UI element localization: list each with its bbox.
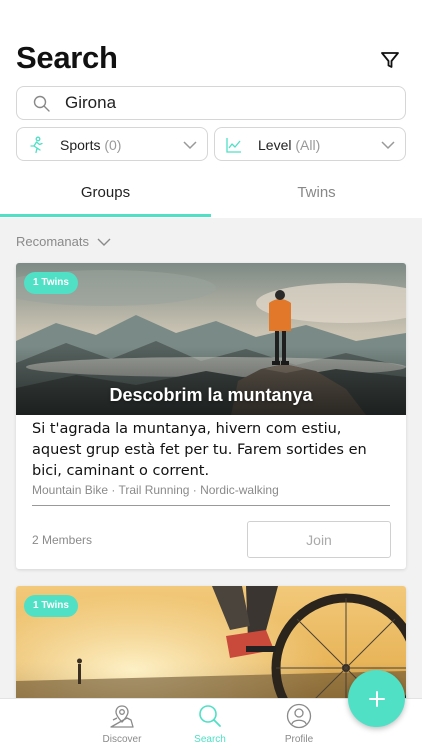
user-icon — [286, 703, 312, 729]
level-count: (All) — [295, 137, 321, 153]
nav-profile[interactable]: Profile — [259, 703, 339, 745]
chevron-down-icon — [97, 238, 111, 246]
plus-icon — [368, 690, 385, 707]
filter-icon — [381, 52, 399, 68]
sports-dropdown[interactable]: Sports (0) — [16, 127, 208, 161]
nav-search[interactable]: Search — [170, 703, 250, 745]
group-description: Si t'agrada la muntanya, hivern com esti… — [32, 421, 367, 479]
group-cover-image: 1 Twins Descobrim la muntanya — [16, 263, 406, 415]
group-card[interactable]: 1 Twins Descobrim la muntanya Si t'agrad… — [16, 263, 406, 569]
runner-icon — [30, 136, 43, 154]
top-panel: Search Sports (0) Level (A — [0, 0, 422, 218]
nav-discover[interactable]: Discover — [82, 703, 162, 745]
tab-indicator — [0, 214, 211, 217]
page-title: Search — [16, 40, 118, 75]
twins-badge: 1 Twins — [24, 595, 78, 617]
search-icon — [33, 95, 50, 112]
chart-icon — [226, 138, 241, 153]
recommended-sort-selector[interactable]: Recomanats — [16, 234, 111, 249]
nav-label: Search — [194, 734, 226, 745]
group-title: Descobrim la muntanya — [109, 385, 313, 405]
search-box[interactable] — [16, 86, 406, 120]
card-divider — [32, 505, 390, 506]
twins-badge: 1 Twins — [24, 272, 78, 294]
nav-label: Discover — [102, 734, 142, 745]
chevron-down-icon — [381, 141, 395, 150]
sports-label: Sports — [60, 137, 101, 153]
chevron-down-icon — [183, 141, 197, 150]
tab-groups[interactable]: Groups — [0, 176, 211, 218]
search-input[interactable] — [65, 87, 395, 119]
filter-button[interactable] — [376, 46, 404, 74]
tab-twins[interactable]: Twins — [211, 176, 422, 218]
group-members-count: 2 Members — [32, 533, 93, 547]
sports-count: (0) — [104, 137, 122, 153]
join-button[interactable]: Join — [247, 521, 391, 558]
level-label: Level — [258, 137, 292, 153]
map-pin-icon — [110, 705, 134, 728]
add-group-button[interactable] — [348, 670, 405, 727]
nav-label: Profile — [284, 734, 314, 745]
level-dropdown-label: Level (All) — [258, 137, 320, 153]
search-icon — [199, 705, 221, 727]
group-sports-tags: Mountain Bike · Trail Running · Nordic-w… — [32, 483, 279, 497]
level-dropdown[interactable]: Level (All) — [214, 127, 406, 161]
sports-dropdown-label: Sports (0) — [60, 137, 121, 153]
section-label: Recomanats — [16, 234, 89, 249]
